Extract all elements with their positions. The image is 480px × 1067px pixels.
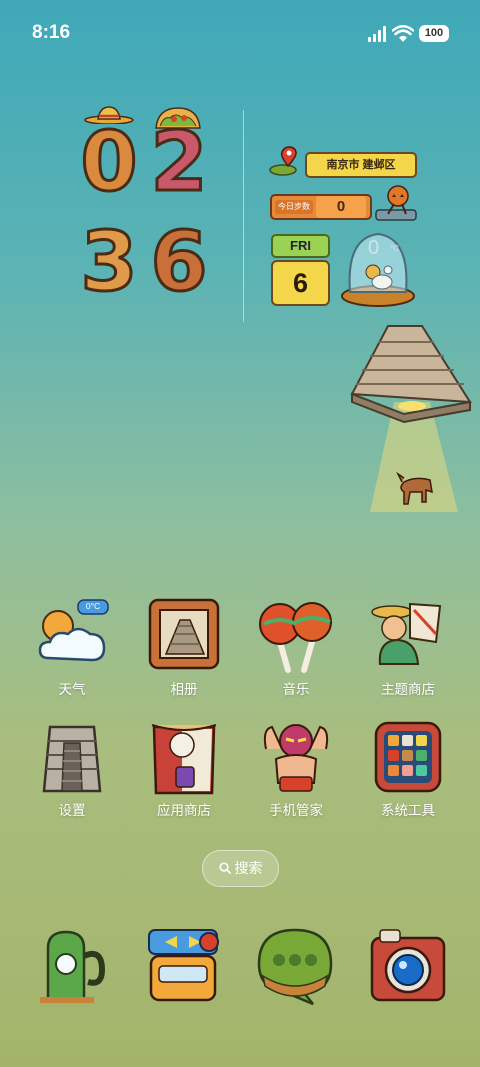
- clock-minute-ones: 6: [149, 215, 209, 310]
- app-label: 设置: [58, 803, 86, 818]
- camera-icon[interactable]: [368, 926, 448, 1006]
- pyramid-ufo-decoration: [350, 325, 472, 512]
- steps-value: 0: [316, 196, 366, 218]
- tools-folder-icon: [374, 721, 442, 793]
- pumpkin-runner-icon: [375, 185, 417, 221]
- maracas-music-icon: [259, 602, 332, 673]
- clock-hour-ones: 2: [149, 115, 209, 210]
- clock-hour-tens: 0: [79, 115, 139, 210]
- status-time: 8:16: [32, 22, 71, 43]
- day-of-month[interactable]: 6: [271, 260, 330, 306]
- clock-minute-tens: 3: [79, 215, 139, 310]
- app-theme-store[interactable]: 主题商店: [358, 598, 458, 698]
- wifi-icon: [392, 25, 414, 42]
- widget-divider: [243, 110, 244, 322]
- location-label[interactable]: 南京市 建邺区: [305, 152, 417, 178]
- app-phone-manager[interactable]: 手机管家: [246, 719, 346, 819]
- app-store-icon: [151, 724, 217, 795]
- messages-icon[interactable]: [143, 926, 223, 1006]
- app-label: 主题商店: [381, 682, 435, 697]
- app-label: 天气: [58, 682, 86, 697]
- step-counter[interactable]: 今日步数 0: [270, 194, 372, 220]
- app-system-tools[interactable]: 系统工具: [358, 719, 458, 819]
- settings-temple-icon: [42, 725, 102, 793]
- clock-widget[interactable]: 0 2 3 6: [78, 106, 218, 317]
- temperature-value: 0: [368, 237, 380, 259]
- location-pin-icon: [269, 146, 297, 176]
- app-label: 音乐: [282, 682, 310, 697]
- app-gallery[interactable]: 相册: [134, 598, 234, 698]
- chat-bubble-icon[interactable]: [255, 926, 335, 1006]
- gallery-icon: [148, 598, 220, 670]
- app-label: 系统工具: [381, 803, 435, 818]
- search-label: 搜索: [234, 860, 263, 876]
- temperature-unit: °C: [390, 244, 399, 253]
- theme-store-icon: [371, 602, 442, 665]
- app-music[interactable]: 音乐: [246, 598, 346, 698]
- signal-icon: [368, 26, 388, 42]
- app-settings[interactable]: 设置: [22, 719, 122, 819]
- weekday-label: FRI: [271, 234, 330, 258]
- app-weather[interactable]: 0°C 天气: [22, 598, 122, 698]
- steps-label: 今日步数: [275, 200, 313, 214]
- luchador-icon: [263, 724, 329, 792]
- search-icon: [218, 862, 231, 874]
- app-label: 手机管家: [269, 803, 323, 818]
- search-button[interactable]: 搜索: [202, 850, 279, 887]
- status-bar: 8:16 100: [0, 0, 480, 68]
- cactus-phone-icon[interactable]: [30, 926, 110, 1006]
- app-label: 相册: [170, 682, 198, 697]
- battery-indicator: 100: [419, 25, 449, 42]
- app-label: 应用商店: [157, 803, 211, 818]
- app-app-store[interactable]: 应用商店: [134, 719, 234, 819]
- weather-badge: 0°C: [85, 601, 101, 611]
